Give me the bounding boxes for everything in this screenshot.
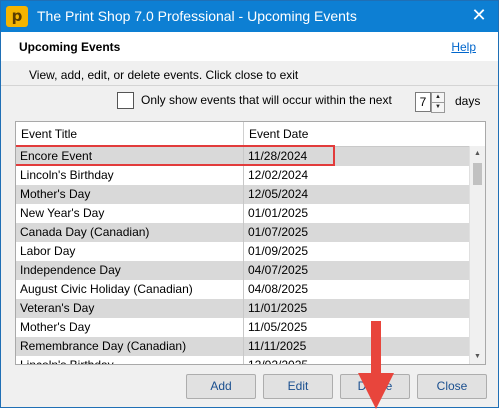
table-row[interactable]: Labor Day 01/09/2025 bbox=[16, 242, 469, 261]
header-strip: Upcoming Events Help bbox=[1, 32, 498, 61]
table-row[interactable]: Mother's Day 11/05/2025 bbox=[16, 318, 469, 337]
event-title-cell: Mother's Day bbox=[16, 185, 244, 204]
event-title-cell: Canada Day (Canadian) bbox=[16, 223, 244, 242]
app-icon-letter: p bbox=[11, 7, 23, 25]
event-date-cell: 01/07/2025 bbox=[248, 225, 309, 239]
days-value-field[interactable]: 7 bbox=[415, 92, 431, 112]
event-title-cell: Veteran's Day bbox=[16, 299, 244, 318]
event-date-cell: 11/11/2025 bbox=[248, 339, 307, 353]
scrollbar-thumb[interactable] bbox=[473, 163, 482, 185]
table-row[interactable]: Lincoln's Birthday 12/02/2024 bbox=[16, 166, 469, 185]
event-date-cell: 12/02/2025 bbox=[248, 358, 309, 365]
help-link[interactable]: Help bbox=[451, 40, 476, 54]
table-row[interactable]: Encore Event 11/28/2024 bbox=[16, 145, 469, 166]
table-header: Event Title Event Date bbox=[16, 122, 469, 147]
event-title-cell: Lincoln's Birthday bbox=[16, 356, 244, 364]
scroll-down-icon[interactable]: ▼ bbox=[470, 350, 485, 363]
event-date-cell: 12/02/2024 bbox=[248, 168, 309, 182]
page-title: Upcoming Events bbox=[19, 40, 121, 54]
event-title-cell: Labor Day bbox=[16, 242, 244, 261]
column-header-event-title[interactable]: Event Title bbox=[16, 122, 244, 146]
event-date-cell: 04/07/2025 bbox=[248, 263, 309, 277]
event-title-cell: Independence Day bbox=[16, 261, 244, 280]
event-date-cell: 01/01/2025 bbox=[248, 206, 309, 220]
event-title-cell: Encore Event bbox=[16, 147, 244, 166]
table-row[interactable]: Canada Day (Canadian) 01/07/2025 bbox=[16, 223, 469, 242]
event-title-cell: August Civic Holiday (Canadian) bbox=[16, 280, 244, 299]
days-stepper[interactable]: 7 ▲ ▼ bbox=[415, 92, 445, 113]
print-shop-app-icon: p bbox=[6, 6, 28, 27]
delete-button[interactable]: Delete bbox=[340, 374, 410, 399]
table-row[interactable]: Remembrance Day (Canadian) 11/11/2025 bbox=[16, 337, 469, 356]
table-row[interactable]: Mother's Day 12/05/2024 bbox=[16, 185, 469, 204]
dialog-content: Upcoming Events Help View, add, edit, or… bbox=[1, 32, 498, 409]
vertical-scrollbar[interactable]: ▲ ▼ bbox=[469, 146, 485, 364]
event-title-cell: Lincoln's Birthday bbox=[16, 166, 244, 185]
event-title-cell: Mother's Day bbox=[16, 318, 244, 337]
close-icon[interactable]: ✕ bbox=[464, 4, 494, 28]
instructions-text: View, add, edit, or delete events. Click… bbox=[29, 68, 299, 82]
dialog-window: p The Print Shop 7.0 Professional - Upco… bbox=[0, 0, 499, 409]
close-button[interactable]: Close bbox=[417, 374, 487, 399]
event-date-cell: 12/05/2024 bbox=[248, 187, 309, 201]
event-title-cell: New Year's Day bbox=[16, 204, 244, 223]
events-table: Event Title Event Date Encore Event 11/28… bbox=[15, 121, 486, 365]
filter-label: Only show events that will occur within … bbox=[141, 93, 392, 107]
event-date-cell: 01/09/2025 bbox=[248, 244, 309, 258]
table-row[interactable]: Veteran's Day 11/01/2025 bbox=[16, 299, 469, 318]
table-body: Encore Event 11/28/2024 Lincoln's Birthday… bbox=[16, 145, 469, 365]
table-row[interactable]: Lincoln's Birthday 12/02/2025 bbox=[16, 356, 469, 365]
event-title-cell: Remembrance Day (Canadian) bbox=[16, 337, 244, 356]
title-bar[interactable]: p The Print Shop 7.0 Professional - Upco… bbox=[1, 1, 498, 32]
stepper-down-icon[interactable]: ▼ bbox=[431, 102, 445, 113]
window-title: The Print Shop 7.0 Professional - Upcomi… bbox=[37, 8, 357, 24]
table-row[interactable]: New Year's Day 01/01/2025 bbox=[16, 204, 469, 223]
scroll-up-icon[interactable]: ▲ bbox=[470, 147, 485, 160]
event-date-cell: 11/01/2025 bbox=[248, 301, 308, 315]
event-date-cell: 11/05/2025 bbox=[248, 320, 308, 334]
column-header-event-date[interactable]: Event Date bbox=[244, 122, 469, 146]
table-row[interactable]: Independence Day 04/07/2025 bbox=[16, 261, 469, 280]
only-show-upcoming-checkbox[interactable] bbox=[117, 92, 134, 109]
days-label: days bbox=[455, 94, 481, 108]
event-date-cell: 11/28/2024 bbox=[248, 149, 308, 163]
add-button[interactable]: Add bbox=[186, 374, 256, 399]
table-row[interactable]: August Civic Holiday (Canadian) 04/08/202… bbox=[16, 280, 469, 299]
edit-button[interactable]: Edit bbox=[263, 374, 333, 399]
divider bbox=[1, 85, 498, 86]
event-date-cell: 04/08/2025 bbox=[248, 282, 309, 296]
